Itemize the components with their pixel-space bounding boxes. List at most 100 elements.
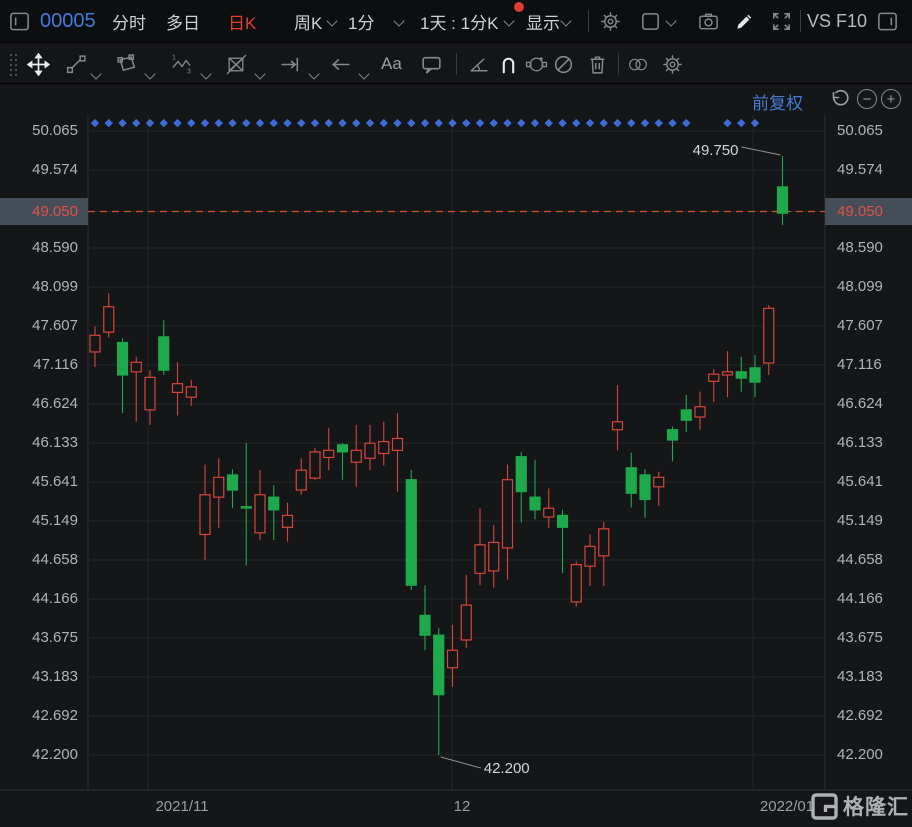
tab-weekly-k[interactable]: 周K bbox=[294, 0, 322, 42]
angle-tool-icon[interactable] bbox=[466, 52, 490, 76]
reference-diamond-dot[interactable] bbox=[242, 119, 250, 127]
reference-diamond-dot[interactable] bbox=[641, 119, 649, 127]
candle-body[interactable] bbox=[640, 475, 650, 500]
reference-diamond-dot[interactable] bbox=[228, 119, 236, 127]
reference-diamond-dot[interactable] bbox=[682, 119, 690, 127]
chevron-down-icon[interactable] bbox=[326, 15, 337, 26]
chevron-down-icon[interactable] bbox=[358, 68, 369, 79]
reference-diamond-dot[interactable] bbox=[201, 119, 209, 127]
reference-diamond-dot[interactable] bbox=[160, 119, 168, 127]
trash-icon[interactable] bbox=[585, 52, 609, 76]
reference-diamond-dot[interactable] bbox=[751, 119, 759, 127]
reference-diamond-dot[interactable] bbox=[283, 119, 291, 127]
tab-timeline[interactable]: 分时 bbox=[112, 0, 146, 42]
hide-drawings-icon[interactable] bbox=[551, 52, 575, 76]
candle-body[interactable] bbox=[228, 475, 238, 490]
reference-diamond-dot[interactable] bbox=[311, 119, 319, 127]
reference-diamond-dot[interactable] bbox=[558, 119, 566, 127]
callout-tool-icon[interactable] bbox=[419, 52, 443, 76]
candle-body[interactable] bbox=[654, 477, 664, 487]
candle-body[interactable] bbox=[393, 438, 403, 450]
magnet-icon[interactable] bbox=[496, 52, 520, 76]
candle-body[interactable] bbox=[736, 372, 746, 378]
candle-body[interactable] bbox=[695, 407, 705, 417]
gann-box-tool-icon[interactable] bbox=[224, 52, 248, 76]
candle-body[interactable] bbox=[723, 372, 733, 375]
candle-body[interactable] bbox=[489, 542, 499, 571]
candle-body[interactable] bbox=[681, 410, 691, 420]
candle-body[interactable] bbox=[104, 307, 114, 332]
candle-body[interactable] bbox=[310, 452, 320, 478]
f10-button[interactable]: F10 bbox=[836, 0, 867, 42]
compare-overlay-icon[interactable] bbox=[626, 52, 650, 76]
candle-body[interactable] bbox=[214, 477, 224, 497]
candle-body[interactable] bbox=[516, 457, 526, 492]
reference-diamond-dot[interactable] bbox=[613, 119, 621, 127]
candle-body[interactable] bbox=[668, 430, 678, 440]
candle-body[interactable] bbox=[406, 480, 416, 586]
reference-diamond-dot[interactable] bbox=[586, 119, 594, 127]
candle-body[interactable] bbox=[434, 635, 444, 695]
candle-body[interactable] bbox=[255, 495, 265, 533]
candle-body[interactable] bbox=[530, 497, 540, 510]
reference-diamond-dot[interactable] bbox=[105, 119, 113, 127]
reference-diamond-dot[interactable] bbox=[531, 119, 539, 127]
chevron-down-icon[interactable] bbox=[560, 15, 571, 26]
candle-body[interactable] bbox=[118, 342, 128, 375]
move-tool-icon[interactable] bbox=[26, 52, 50, 76]
indicator-box-icon[interactable] bbox=[638, 9, 662, 33]
reference-diamond-dot[interactable] bbox=[503, 119, 511, 127]
candle-body[interactable] bbox=[159, 337, 169, 370]
reference-diamond-dot[interactable] bbox=[545, 119, 553, 127]
candle-body[interactable] bbox=[131, 362, 141, 372]
tab-range-selector[interactable]: 1天 : 1分K bbox=[420, 0, 498, 42]
reference-diamond-dot[interactable] bbox=[421, 119, 429, 127]
candle-body[interactable] bbox=[626, 468, 636, 493]
candle-body[interactable] bbox=[420, 615, 430, 635]
reference-diamond-dot[interactable] bbox=[737, 119, 745, 127]
chevron-down-icon[interactable] bbox=[665, 15, 676, 26]
candle-body[interactable] bbox=[475, 545, 485, 574]
candle-body[interactable] bbox=[351, 450, 361, 462]
chevron-down-icon[interactable] bbox=[308, 68, 319, 79]
drawing-settings-gear-icon[interactable] bbox=[660, 52, 684, 76]
elliott-wave-tool-icon[interactable]: 13 bbox=[170, 52, 194, 76]
candle-body[interactable] bbox=[283, 515, 293, 527]
reference-diamond-dot[interactable] bbox=[187, 119, 195, 127]
candle-body[interactable] bbox=[269, 497, 279, 510]
reference-diamond-dot[interactable] bbox=[132, 119, 140, 127]
pencil-icon[interactable] bbox=[732, 9, 756, 33]
price-adjustment-mode[interactable]: 前复权 bbox=[752, 89, 803, 114]
chevron-down-icon[interactable] bbox=[393, 15, 404, 26]
reference-diamond-dot[interactable] bbox=[448, 119, 456, 127]
reference-diamond-dot[interactable] bbox=[256, 119, 264, 127]
arrow-tool-icon[interactable] bbox=[328, 52, 352, 76]
candle-body[interactable] bbox=[186, 387, 196, 397]
candle-body[interactable] bbox=[571, 565, 581, 602]
candle-body[interactable] bbox=[241, 507, 251, 508]
polygon-tool-icon[interactable] bbox=[114, 52, 138, 76]
candle-body[interactable] bbox=[365, 443, 375, 458]
candle-body[interactable] bbox=[145, 377, 155, 410]
candle-body[interactable] bbox=[90, 335, 100, 352]
candle-body[interactable] bbox=[200, 495, 210, 535]
chevron-down-icon[interactable] bbox=[503, 15, 514, 26]
fullscreen-icon[interactable] bbox=[769, 9, 793, 33]
candle-body[interactable] bbox=[709, 374, 719, 381]
reference-diamond-dot[interactable] bbox=[91, 119, 99, 127]
panel-left-icon[interactable] bbox=[7, 9, 31, 33]
reference-diamond-dot[interactable] bbox=[517, 119, 525, 127]
drag-handle-icon[interactable] bbox=[2, 52, 26, 76]
candle-body[interactable] bbox=[544, 508, 554, 517]
reference-diamond-dot[interactable] bbox=[118, 119, 126, 127]
continuous-drawing-icon[interactable] bbox=[524, 52, 548, 76]
candle-body[interactable] bbox=[379, 442, 389, 454]
reference-diamond-dot[interactable] bbox=[366, 119, 374, 127]
reference-diamond-dot[interactable] bbox=[173, 119, 181, 127]
reference-diamond-dot[interactable] bbox=[572, 119, 580, 127]
reference-diamond-dot[interactable] bbox=[655, 119, 663, 127]
measure-tool-icon[interactable] bbox=[278, 52, 302, 76]
reference-diamond-dot[interactable] bbox=[476, 119, 484, 127]
chevron-down-icon[interactable] bbox=[90, 68, 101, 79]
candle-body[interactable] bbox=[764, 308, 774, 363]
